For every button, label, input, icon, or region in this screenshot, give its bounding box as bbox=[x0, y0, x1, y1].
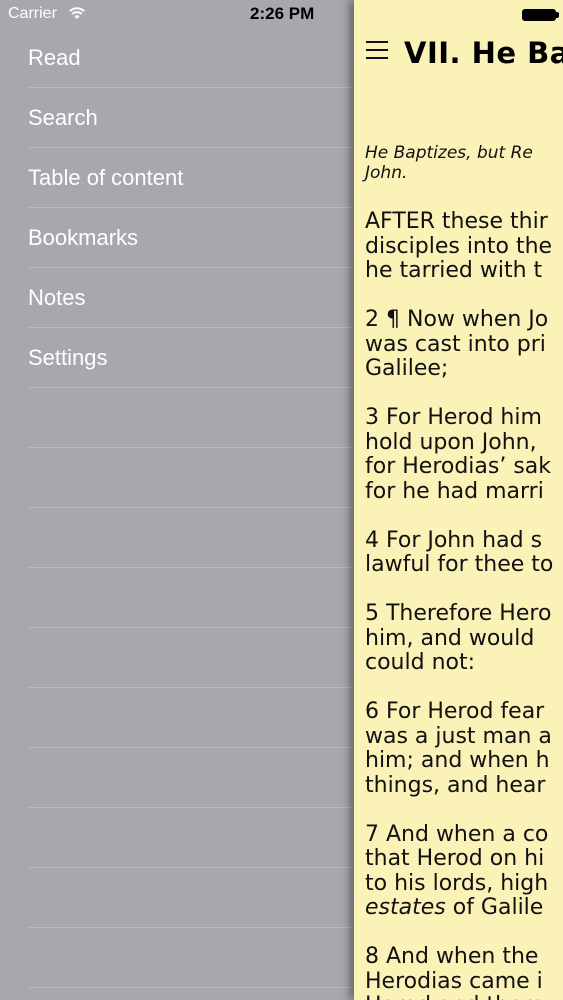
verse-line: 2 ¶ Now when Jo bbox=[365, 307, 549, 332]
menu-item-label: Notes bbox=[28, 284, 86, 310]
wifi-icon bbox=[69, 7, 85, 19]
verse-line: 7 And when a co bbox=[365, 821, 549, 847]
italic-word: estates bbox=[365, 895, 446, 920]
menu-item-bookmarks[interactable]: Bookmarks bbox=[28, 208, 354, 268]
chapter-summary: He Baptizes, but Re John. bbox=[365, 143, 563, 183]
carrier-label: Carrier bbox=[8, 5, 57, 22]
reader-panel[interactable]: VII. He Ba He Baptizes, but Re John. AFTER… bbox=[354, 0, 563, 1000]
menu-empty-row bbox=[28, 688, 354, 748]
status-bar: Carrier 2:26 PM bbox=[0, 0, 563, 28]
menu-item-label: Settings bbox=[28, 344, 108, 370]
verse-paragraph[interactable]: 6 For Herod fear was a just man a him; and… bbox=[365, 699, 563, 798]
menu-item-label: Table of content bbox=[28, 164, 184, 190]
verse-line: 5 Therefore Hero bbox=[365, 601, 552, 626]
menu-item-notes[interactable]: Notes bbox=[28, 268, 354, 328]
verse-line: Herodias came i bbox=[365, 968, 543, 994]
verse-paragraph[interactable]: 5 Therefore Hero him, and would could not: bbox=[365, 601, 563, 676]
menu-empty-row bbox=[28, 508, 354, 568]
summary-line: He Baptizes, but Re bbox=[365, 143, 533, 163]
clock: 2:26 PM bbox=[250, 4, 315, 23]
verse-line: 3 For Herod him bbox=[365, 405, 542, 430]
menu-empty-row bbox=[28, 748, 354, 808]
menu-item-search[interactable]: Search bbox=[28, 88, 354, 148]
verse-line: for he had marri bbox=[365, 478, 544, 504]
verse-line: for Herodias’ sak bbox=[365, 454, 552, 479]
verse-line: Herod and them bbox=[365, 993, 563, 1000]
menu-empty-row bbox=[28, 928, 354, 988]
menu-empty-row bbox=[28, 808, 354, 868]
verse-paragraph[interactable]: 7 And when a co that Herod on hi to his lo… bbox=[365, 821, 563, 921]
menu-empty-row bbox=[28, 448, 354, 508]
verse-line: Galilee; bbox=[365, 356, 449, 381]
menu-item-settings[interactable]: Settings bbox=[28, 328, 354, 388]
menu-item-table-of-content[interactable]: Table of content bbox=[28, 148, 354, 208]
battery-tip bbox=[556, 12, 559, 18]
verse-paragraph[interactable]: 3 For Herod him hold upon John, for Herodi… bbox=[365, 405, 563, 504]
verse-line: that Herod on hi bbox=[365, 846, 545, 871]
verse-line: AFTER these thir bbox=[365, 209, 548, 234]
menu-item-label: Bookmarks bbox=[28, 224, 139, 250]
menu-empty-row bbox=[28, 868, 354, 928]
menu-item-label: Read bbox=[28, 44, 81, 70]
verse-line: could not: bbox=[365, 650, 476, 675]
summary-line: John. bbox=[365, 163, 408, 183]
verse-line: lawful for thee to bbox=[365, 552, 554, 577]
verse-line: 4 For John had s bbox=[365, 527, 543, 553]
menu-empty-row bbox=[28, 388, 354, 448]
verse-line: estates of Galile bbox=[365, 895, 544, 920]
verse-line: hold upon John, bbox=[365, 429, 537, 455]
side-menu: Read Search Table of content Bookmarks N… bbox=[0, 28, 354, 1000]
menu-item-label: Search bbox=[28, 104, 98, 130]
verse-paragraph[interactable]: 4 For John had s lawful for thee to bbox=[365, 527, 563, 578]
verse-line: was a just man a bbox=[365, 723, 552, 749]
verse-line: 8 And when the bbox=[365, 944, 539, 969]
verse-line: he tarried with t bbox=[365, 258, 543, 283]
chapter-text: He Baptizes, but Re John. AFTER these thir… bbox=[365, 143, 563, 1000]
verse-line: disciples into the bbox=[365, 233, 553, 259]
battery-icon bbox=[522, 9, 556, 21]
reader-nav-bar: VII. He Ba bbox=[354, 28, 563, 76]
verse-paragraph[interactable]: AFTER these thir disciples into the he tar… bbox=[365, 209, 563, 284]
verse-paragraph[interactable]: 8 And when theHerodias came iHerod and t… bbox=[365, 944, 563, 1000]
verse-line: 6 For Herod fear bbox=[365, 699, 545, 724]
chapter-title: VII. He Ba bbox=[404, 36, 563, 70]
menu-empty-row bbox=[28, 568, 354, 628]
menu-empty-row bbox=[28, 628, 354, 688]
hamburger-menu-icon[interactable] bbox=[366, 41, 388, 61]
verse-line: him, and would bbox=[365, 625, 535, 651]
verse-line: him; and when h bbox=[365, 748, 550, 773]
verse-paragraph[interactable]: 2 ¶ Now when Jo was cast into pri Galilee; bbox=[365, 307, 563, 382]
verse-line: things, and hear bbox=[365, 772, 546, 798]
verse-line: to his lords, high bbox=[365, 870, 549, 896]
verse-line: was cast into pri bbox=[365, 331, 546, 357]
menu-item-read[interactable]: Read bbox=[28, 28, 354, 88]
